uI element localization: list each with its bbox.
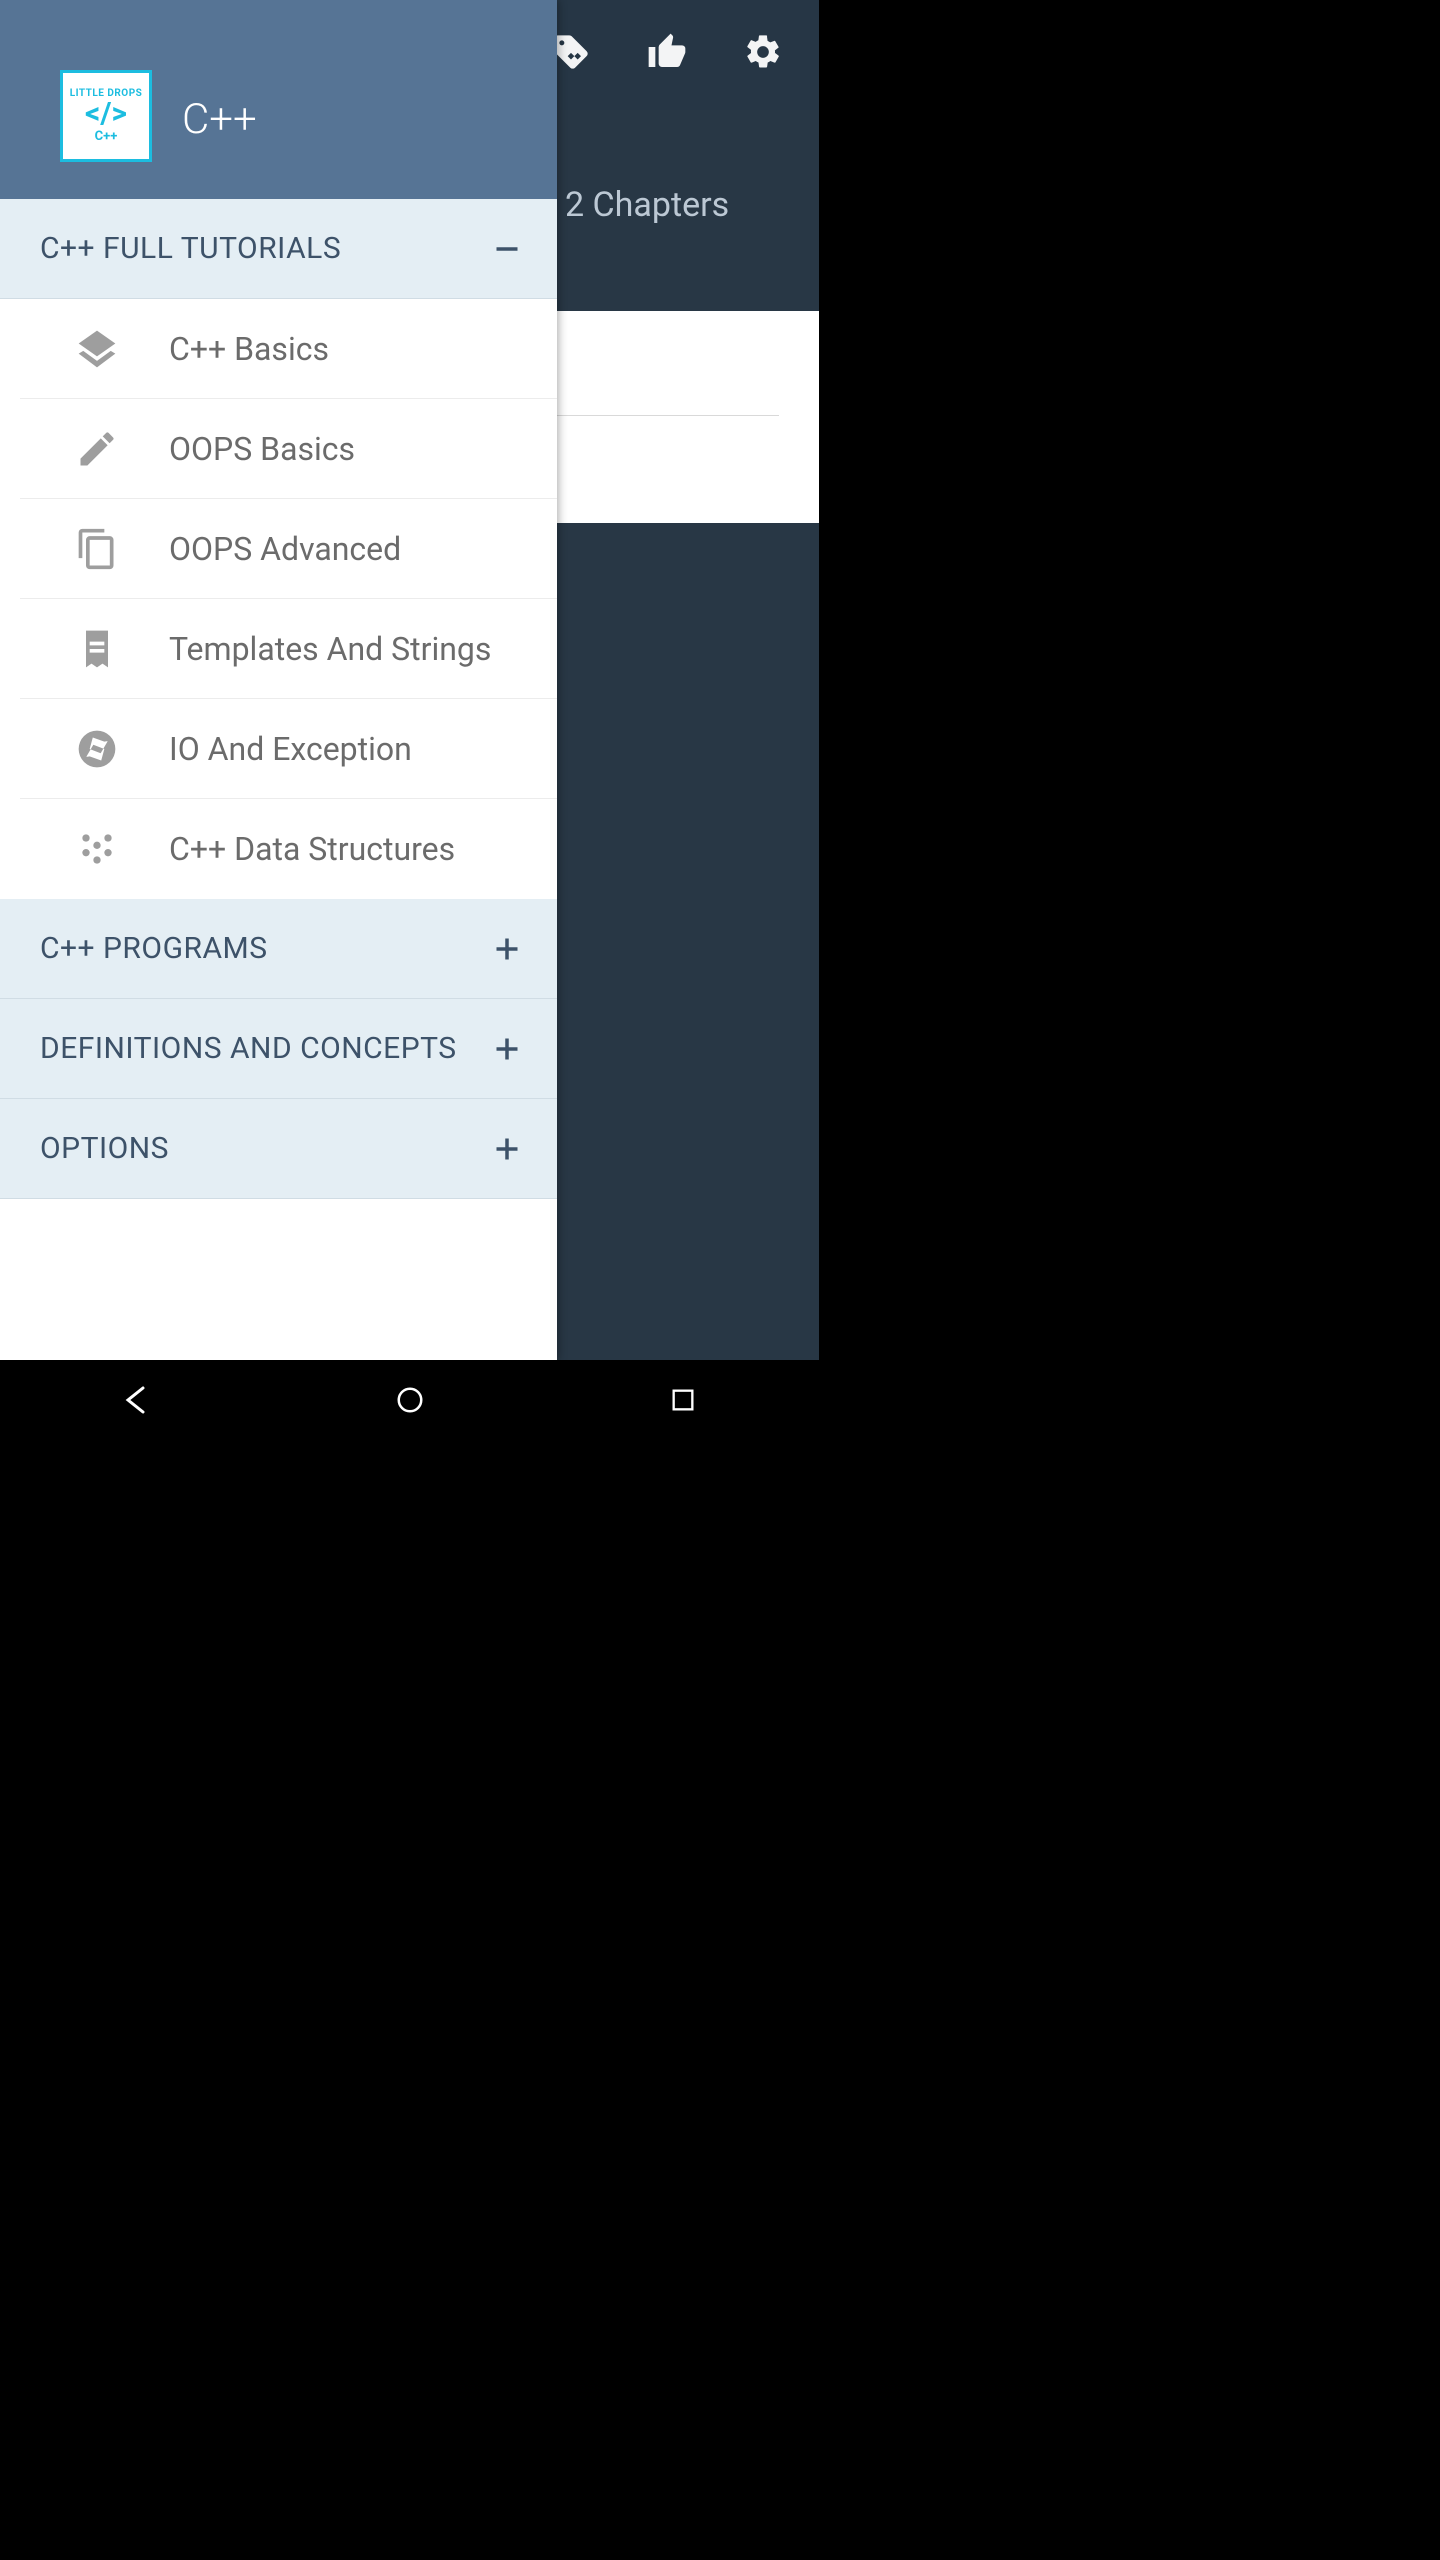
tutorial-item-oops-advanced[interactable]: OOPS Advanced bbox=[20, 499, 557, 599]
section-tutorials[interactable]: C++ FULL TUTORIALS bbox=[0, 199, 557, 299]
app-logo: LITTLE DROPS </> C++ bbox=[60, 70, 152, 162]
item-label: OOPS Basics bbox=[169, 430, 355, 468]
grain-icon bbox=[75, 827, 119, 871]
section-label: DEFINITIONS AND CONCEPTS bbox=[40, 1031, 457, 1066]
settings-button[interactable] bbox=[739, 28, 787, 76]
navigation-drawer: LITTLE DROPS </> C++ C++ C++ FULL TUTORI… bbox=[0, 0, 557, 1360]
section-options[interactable]: OPTIONS bbox=[0, 1099, 557, 1199]
tutorial-item-oops-basics[interactable]: OOPS Basics bbox=[20, 399, 557, 499]
pencil-icon bbox=[75, 427, 119, 471]
tutorial-item-io-exception[interactable]: IO And Exception bbox=[20, 699, 557, 799]
copy-icon bbox=[75, 527, 119, 571]
item-label: OOPS Advanced bbox=[169, 530, 401, 568]
logo-subtitle: C++ bbox=[95, 129, 118, 144]
background-card bbox=[557, 311, 819, 523]
chapters-count: 2 Chapters bbox=[565, 185, 729, 225]
tutorial-item-templates[interactable]: Templates And Strings bbox=[20, 599, 557, 699]
recent-button[interactable] bbox=[653, 1370, 713, 1430]
section-definitions[interactable]: DEFINITIONS AND CONCEPTS bbox=[0, 999, 557, 1099]
system-navbar bbox=[0, 1360, 819, 1440]
layers-icon bbox=[75, 327, 119, 371]
item-label: C++ Data Structures bbox=[169, 830, 455, 868]
home-button[interactable] bbox=[380, 1370, 440, 1430]
tutorial-item-basics[interactable]: C++ Basics bbox=[20, 299, 557, 399]
section-programs[interactable]: C++ PROGRAMS bbox=[0, 899, 557, 999]
plus-icon bbox=[487, 929, 527, 969]
aperture-icon bbox=[75, 727, 119, 771]
like-button[interactable] bbox=[643, 28, 691, 76]
plus-icon bbox=[487, 1129, 527, 1169]
receipt-icon bbox=[75, 627, 119, 671]
code-icon: </> bbox=[85, 99, 127, 129]
drawer-header: LITTLE DROPS </> C++ C++ bbox=[0, 0, 557, 199]
tutorial-item-data-structures[interactable]: C++ Data Structures bbox=[20, 799, 557, 899]
item-label: Templates And Strings bbox=[169, 630, 491, 668]
tutorials-items: C++ Basics OOPS Basics OOPS Advanced Tem… bbox=[0, 299, 557, 899]
section-label: OPTIONS bbox=[40, 1131, 169, 1166]
minus-icon bbox=[487, 229, 527, 269]
back-button[interactable] bbox=[107, 1370, 167, 1430]
app-title: C++ bbox=[182, 95, 257, 144]
section-label: C++ PROGRAMS bbox=[40, 931, 268, 966]
background-divider bbox=[557, 415, 779, 416]
item-label: C++ Basics bbox=[169, 330, 329, 368]
item-label: IO And Exception bbox=[169, 730, 412, 768]
plus-icon bbox=[487, 1029, 527, 1069]
section-label: C++ FULL TUTORIALS bbox=[40, 231, 341, 266]
